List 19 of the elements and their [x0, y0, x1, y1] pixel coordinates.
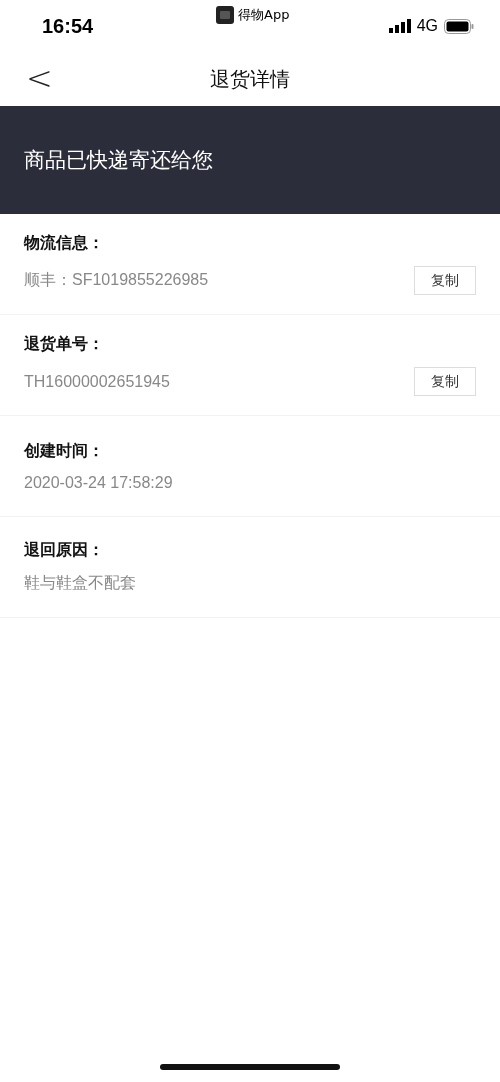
copy-button[interactable]: 复制 [414, 367, 476, 396]
signal-icon [388, 19, 411, 33]
app-icon [216, 6, 234, 24]
field-value: 顺丰：SF1019855226985 [24, 270, 209, 290]
copy-button[interactable]: 复制 [414, 266, 476, 295]
page-title: 退货详情 [210, 65, 290, 93]
network-label: 4G [416, 17, 438, 35]
status-time: 16:54 [42, 14, 94, 38]
field-value: 鞋与鞋盒不配套 [24, 573, 136, 593]
app-name: 得物App [238, 6, 290, 24]
field-label: 创建时间： [24, 440, 105, 462]
battery-icon [444, 18, 474, 34]
field-value: TH16000002651945 [24, 372, 170, 391]
field-label: 退回原因： [24, 540, 105, 561]
back-button[interactable]: < [20, 60, 59, 96]
field-value: 2020-03-24 17:58:29 [24, 473, 173, 492]
field-label: 物流信息： [24, 233, 105, 254]
field-label: 退货单号： [24, 334, 105, 355]
status-banner: 商品已快递寄还给您 [0, 106, 500, 214]
